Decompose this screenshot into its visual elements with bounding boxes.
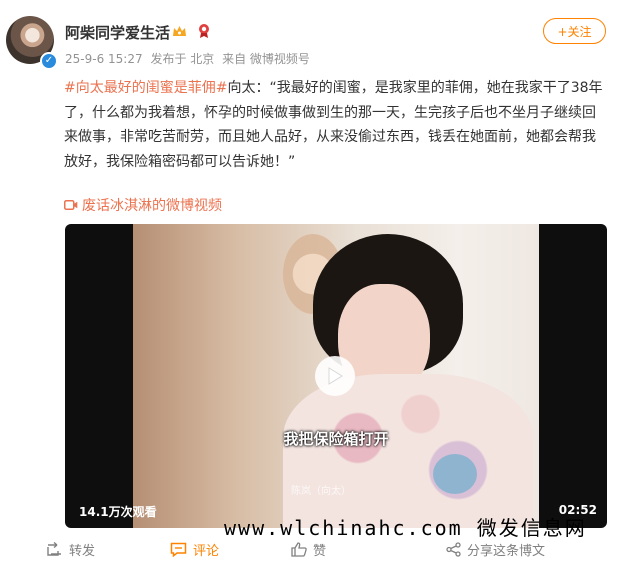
comment-label: 评论 [193, 544, 220, 559]
share-label: 分享这条博文 [467, 544, 546, 559]
like-label: 赞 [313, 544, 327, 559]
medal-badge-icon[interactable] [198, 23, 210, 39]
comment-icon [170, 542, 187, 557]
post-source[interactable]: 来自 微博视频号 [222, 52, 310, 66]
video-player[interactable]: 陈岚（向太） 我把保险箱打开 14.1万次观看 02:52 [65, 224, 607, 528]
video-icon [64, 200, 78, 210]
play-icon [328, 367, 343, 385]
crown-badge-icon[interactable] [172, 24, 187, 38]
plush-toy [433, 454, 477, 494]
post-body: #向太最好的闺蜜是菲佣#向太：“我最好的闺蜜，是我家里的菲佣，她在我家干了38年… [64, 76, 609, 174]
video-speaker-tag: 陈岚（向太） [291, 486, 351, 497]
like-button[interactable]: 赞 [291, 540, 326, 559]
post-location: 发布于 北京 [150, 52, 215, 66]
share-button[interactable]: 分享这条博文 [446, 540, 545, 559]
video-views: 14.1万次观看 [79, 505, 157, 519]
comment-button[interactable]: 评论 [170, 540, 219, 559]
share-icon [446, 542, 461, 557]
username[interactable]: 阿柴同学爱生活 [65, 22, 170, 43]
video-source-label: 废话冰淇淋的微博视频 [82, 198, 222, 214]
forward-icon [47, 542, 61, 556]
follow-label: +关注 [557, 24, 592, 39]
video-person-body [283, 374, 533, 528]
video-subtitle: 我把保险箱打开 [283, 430, 389, 448]
follow-button[interactable]: +关注 [543, 18, 606, 44]
post-timestamp[interactable]: 25-9-6 15:27 [65, 52, 143, 66]
play-button[interactable] [315, 356, 355, 396]
post-meta: 25-9-6 15:27 发布于 北京 来自 微博视频号 [65, 50, 310, 67]
forward-label: 转发 [69, 544, 96, 559]
action-bar: 转发 评论 赞 分享这条博文 [0, 536, 617, 564]
video-source-link[interactable]: 废话冰淇淋的微博视频 [64, 195, 222, 215]
forward-button[interactable]: 转发 [46, 540, 95, 559]
hashtag-link[interactable]: #向太最好的闺蜜是菲佣# [64, 80, 227, 96]
thumbs-up-icon [291, 542, 307, 557]
verified-icon: ✓ [40, 52, 58, 70]
